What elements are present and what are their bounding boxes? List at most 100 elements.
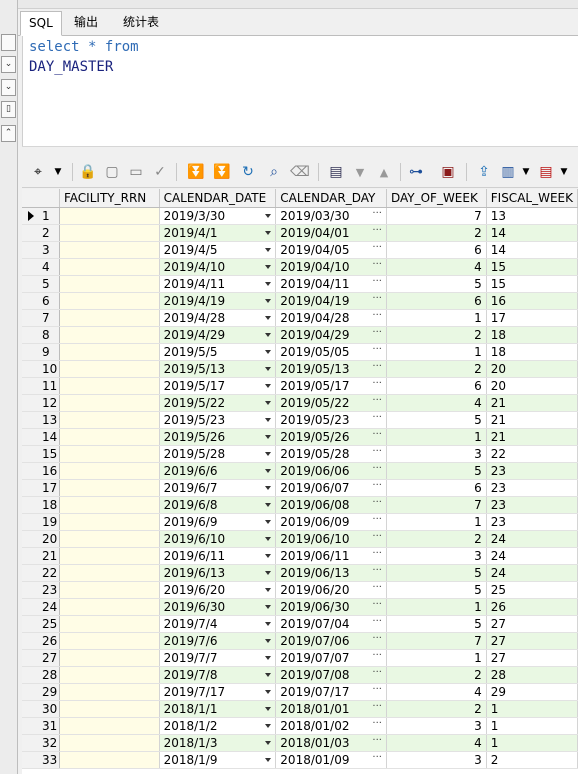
cell-calendar-day[interactable]: 2019/04/29 ··· bbox=[275, 326, 387, 344]
cell-fiscal-week[interactable]: 23 bbox=[486, 479, 578, 497]
dropdown-arrow-icon[interactable] bbox=[265, 486, 272, 490]
dropdown-arrow-icon[interactable] bbox=[265, 265, 272, 269]
cell-day-of-week[interactable]: 5 bbox=[386, 275, 487, 293]
cell-calendar-day[interactable]: 2019/07/06 ··· bbox=[275, 632, 387, 650]
table-row[interactable]: 32 2018/1/3 2018/01/03 ··· 4 1 bbox=[22, 734, 578, 752]
table-row[interactable]: 3 2019/4/5 2019/04/05 ··· 6 14 bbox=[22, 241, 578, 259]
cell-calendar-day[interactable]: 2018/01/01 ··· bbox=[275, 700, 387, 718]
row-indicator[interactable]: 20 bbox=[22, 530, 60, 548]
cell-calendar-date[interactable]: 2019/4/11 bbox=[159, 275, 277, 293]
cell-calendar-date[interactable]: 2019/6/30 bbox=[159, 598, 277, 616]
cell-calendar-date[interactable]: 2019/5/17 bbox=[159, 377, 277, 395]
table-row[interactable]: 23 2019/6/20 2019/06/20 ··· 5 25 bbox=[22, 581, 578, 599]
ellipsis-icon[interactable]: ··· bbox=[372, 395, 382, 406]
dropdown-arrow-icon[interactable] bbox=[265, 707, 272, 711]
dropdown-arrow-icon[interactable] bbox=[265, 588, 272, 592]
cell-calendar-day[interactable]: 2019/06/09 ··· bbox=[275, 513, 387, 531]
table-row[interactable]: 6 2019/4/19 2019/04/19 ··· 6 16 bbox=[22, 292, 578, 310]
row-indicator-header[interactable] bbox=[22, 189, 60, 208]
tab-output[interactable]: 输出 bbox=[66, 11, 106, 34]
ellipsis-icon[interactable]: ··· bbox=[372, 446, 382, 457]
cell-day-of-week[interactable]: 1 bbox=[386, 428, 487, 446]
cell-calendar-date[interactable]: 2019/5/13 bbox=[159, 360, 277, 378]
ellipsis-icon[interactable]: ··· bbox=[372, 497, 382, 508]
row-indicator[interactable]: 19 bbox=[22, 513, 60, 531]
dropdown-arrow-icon[interactable] bbox=[265, 367, 272, 371]
ellipsis-icon[interactable]: ··· bbox=[372, 293, 382, 304]
cell-fiscal-week[interactable]: 23 bbox=[486, 513, 578, 531]
table-row[interactable]: 2 2019/4/1 2019/04/01 ··· 2 14 bbox=[22, 224, 578, 242]
table-row[interactable]: 8 2019/4/29 2019/04/29 ··· 2 18 bbox=[22, 326, 578, 344]
chevron-down-icon[interactable]: ▼ bbox=[554, 162, 574, 182]
row-indicator[interactable]: 9 bbox=[22, 343, 60, 361]
sort-asc-icon[interactable]: ▲ bbox=[374, 162, 394, 182]
cell-day-of-week[interactable]: 7 bbox=[386, 207, 487, 225]
cell-fiscal-week[interactable]: 27 bbox=[486, 615, 578, 633]
cell-fiscal-week[interactable]: 22 bbox=[486, 445, 578, 463]
ellipsis-icon[interactable]: ··· bbox=[372, 633, 382, 644]
cell-day-of-week[interactable]: 3 bbox=[386, 445, 487, 463]
dropdown-arrow-icon[interactable] bbox=[265, 622, 272, 626]
cell-facility-rrn[interactable] bbox=[59, 598, 160, 616]
row-indicator[interactable]: 33 bbox=[22, 751, 60, 769]
cell-calendar-day[interactable]: 2019/07/17 ··· bbox=[275, 683, 387, 701]
table-row[interactable]: 7 2019/4/28 2019/04/28 ··· 1 17 bbox=[22, 309, 578, 327]
table-row[interactable]: 11 2019/5/17 2019/05/17 ··· 6 20 bbox=[22, 377, 578, 395]
cell-day-of-week[interactable]: 3 bbox=[386, 547, 487, 565]
cell-calendar-day[interactable]: 2019/06/11 ··· bbox=[275, 547, 387, 565]
chevron-down-icon[interactable]: ⌄ bbox=[1, 56, 16, 73]
row-indicator[interactable]: 15 bbox=[22, 445, 60, 463]
cell-calendar-day[interactable]: 2019/07/04 ··· bbox=[275, 615, 387, 633]
cell-calendar-day[interactable]: 2019/06/08 ··· bbox=[275, 496, 387, 514]
find-icon[interactable]: ⌕ bbox=[264, 162, 284, 182]
cell-calendar-date[interactable]: 2019/4/5 bbox=[159, 241, 277, 259]
table-row[interactable]: 30 2018/1/1 2018/01/01 ··· 2 1 bbox=[22, 700, 578, 718]
cell-facility-rrn[interactable] bbox=[59, 496, 160, 514]
table-row[interactable]: 29 2019/7/17 2019/07/17 ··· 4 29 bbox=[22, 683, 578, 701]
cell-calendar-date[interactable]: 2019/6/10 bbox=[159, 530, 277, 548]
ellipsis-icon[interactable]: ··· bbox=[372, 684, 382, 695]
table-row[interactable]: 19 2019/6/9 2019/06/09 ··· 1 23 bbox=[22, 513, 578, 531]
cell-calendar-day[interactable]: 2019/05/22 ··· bbox=[275, 394, 387, 412]
cell-facility-rrn[interactable] bbox=[59, 564, 160, 582]
table-row[interactable]: 1 2019/3/30 2019/03/30 ··· 7 13 bbox=[22, 207, 578, 225]
ellipsis-icon[interactable]: ··· bbox=[372, 327, 382, 338]
row-indicator[interactable]: 24 bbox=[22, 598, 60, 616]
cell-fiscal-week[interactable]: 13 bbox=[486, 207, 578, 225]
row-indicator[interactable]: 12 bbox=[22, 394, 60, 412]
tab-statistics[interactable]: 统计表 bbox=[115, 11, 167, 34]
table-row[interactable]: 27 2019/7/7 2019/07/07 ··· 1 27 bbox=[22, 649, 578, 667]
cell-day-of-week[interactable]: 3 bbox=[386, 717, 487, 735]
cell-fiscal-week[interactable]: 27 bbox=[486, 649, 578, 667]
export-icon[interactable]: ⇪ bbox=[474, 162, 494, 182]
ellipsis-icon[interactable]: ··· bbox=[372, 310, 382, 321]
cell-day-of-week[interactable]: 6 bbox=[386, 479, 487, 497]
cell-fiscal-week[interactable]: 15 bbox=[486, 275, 578, 293]
cell-facility-rrn[interactable] bbox=[59, 326, 160, 344]
cell-calendar-date[interactable]: 2018/1/3 bbox=[159, 734, 277, 752]
cell-day-of-week[interactable]: 2 bbox=[386, 224, 487, 242]
dropdown-arrow-icon[interactable] bbox=[265, 571, 272, 575]
cell-facility-rrn[interactable] bbox=[59, 700, 160, 718]
chevron-down-icon[interactable]: ▼ bbox=[516, 162, 536, 182]
cell-fiscal-week[interactable]: 21 bbox=[486, 411, 578, 429]
cell-calendar-date[interactable]: 2019/4/29 bbox=[159, 326, 277, 344]
cell-calendar-day[interactable]: 2018/01/09 ··· bbox=[275, 751, 387, 769]
cell-calendar-day[interactable]: 2019/06/10 ··· bbox=[275, 530, 387, 548]
cell-calendar-date[interactable]: 2018/1/1 bbox=[159, 700, 277, 718]
cell-facility-rrn[interactable] bbox=[59, 445, 160, 463]
cell-facility-rrn[interactable] bbox=[59, 632, 160, 650]
cell-calendar-day[interactable]: 2018/01/03 ··· bbox=[275, 734, 387, 752]
dropdown-arrow-icon[interactable] bbox=[265, 537, 272, 541]
cell-calendar-day[interactable]: 2019/05/23 ··· bbox=[275, 411, 387, 429]
cell-calendar-date[interactable]: 2018/1/9 bbox=[159, 751, 277, 769]
dropdown-arrow-icon[interactable] bbox=[265, 605, 272, 609]
cell-day-of-week[interactable]: 4 bbox=[386, 394, 487, 412]
cell-day-of-week[interactable]: 7 bbox=[386, 496, 487, 514]
cell-calendar-day[interactable]: 2019/05/05 ··· bbox=[275, 343, 387, 361]
cell-calendar-date[interactable]: 2018/1/2 bbox=[159, 717, 277, 735]
cell-fiscal-week[interactable]: 16 bbox=[486, 292, 578, 310]
ellipsis-icon[interactable]: ··· bbox=[372, 701, 382, 712]
cell-fiscal-week[interactable]: 2 bbox=[486, 751, 578, 769]
dropdown-arrow-icon[interactable] bbox=[265, 673, 272, 677]
